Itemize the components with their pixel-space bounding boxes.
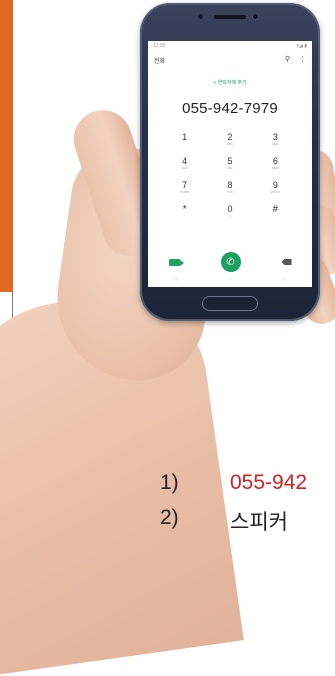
add-to-contacts-link[interactable]: + 연락처에 추가 (148, 79, 312, 87)
back-nav-icon[interactable]: ◁ (174, 277, 178, 285)
step-text: 스피커 (230, 511, 288, 534)
key-star[interactable]: * (162, 205, 207, 220)
status-icons: ▾◢ ▮ (296, 43, 308, 49)
home-button[interactable] (202, 296, 258, 311)
key-5[interactable]: 5 JKL (207, 157, 252, 172)
search-icon[interactable]: ⚲ (285, 55, 290, 63)
call-button[interactable]: ✆ (220, 252, 241, 272)
key-7[interactable]: 7 PQRS (162, 181, 207, 196)
recents-nav-icon[interactable]: □ (283, 277, 286, 285)
key-0[interactable]: 0 + (207, 205, 252, 220)
status-bar: 12:00 ▾◢ ▮ (148, 41, 312, 51)
more-vert-icon[interactable]: ⋮ (299, 55, 306, 63)
sensor-icon (198, 14, 203, 19)
dial-keypad: 1 2 ABC 3 DEF 4 GHI 5 JKL 6 MNO 7 PQRS 8 TUV 9W… (162, 133, 298, 220)
phone-icon: ✆ (226, 256, 235, 268)
home-nav-icon[interactable]: ○ (229, 277, 232, 285)
app-title: 전화 (154, 58, 166, 65)
key-3[interactable]: 3 DEF (253, 133, 298, 148)
key-2[interactable]: 2 ABC (207, 133, 252, 148)
earpiece-speaker (214, 15, 246, 19)
dialed-number: 055-942-7979 (182, 100, 278, 117)
phone-screen: 12:00 ▾◢ ▮ 전화 ⚲ ⋮ + 연락처에 추가 055-942-7979… (148, 41, 312, 287)
smartphone: 12:00 ▾◢ ▮ 전화 ⚲ ⋮ + 연락처에 추가 055-942-7979… (140, 3, 320, 321)
step-number: 1) (160, 471, 179, 494)
key-9[interactable]: 9 WXYZ (253, 181, 298, 196)
key-6[interactable]: 6 MNO (253, 157, 298, 172)
android-nav-bar: ◁ ○ □ (148, 277, 312, 285)
key-1[interactable]: 1 (162, 133, 207, 148)
step-text: 055-942 (230, 471, 308, 494)
call-actions: ✆ (148, 251, 312, 273)
key-8[interactable]: 8 TUV (207, 181, 252, 196)
accent-bar (0, 0, 13, 292)
front-camera-icon (252, 13, 259, 20)
key-4[interactable]: 4 GHI (162, 157, 207, 172)
status-time: 12:00 (153, 43, 166, 49)
key-hash[interactable]: # (253, 205, 298, 220)
step-number: 2) (160, 506, 179, 529)
video-call-icon[interactable] (168, 258, 184, 266)
backspace-icon[interactable] (281, 259, 292, 265)
dialer-app-bar: 전화 ⚲ ⋮ (148, 51, 312, 69)
